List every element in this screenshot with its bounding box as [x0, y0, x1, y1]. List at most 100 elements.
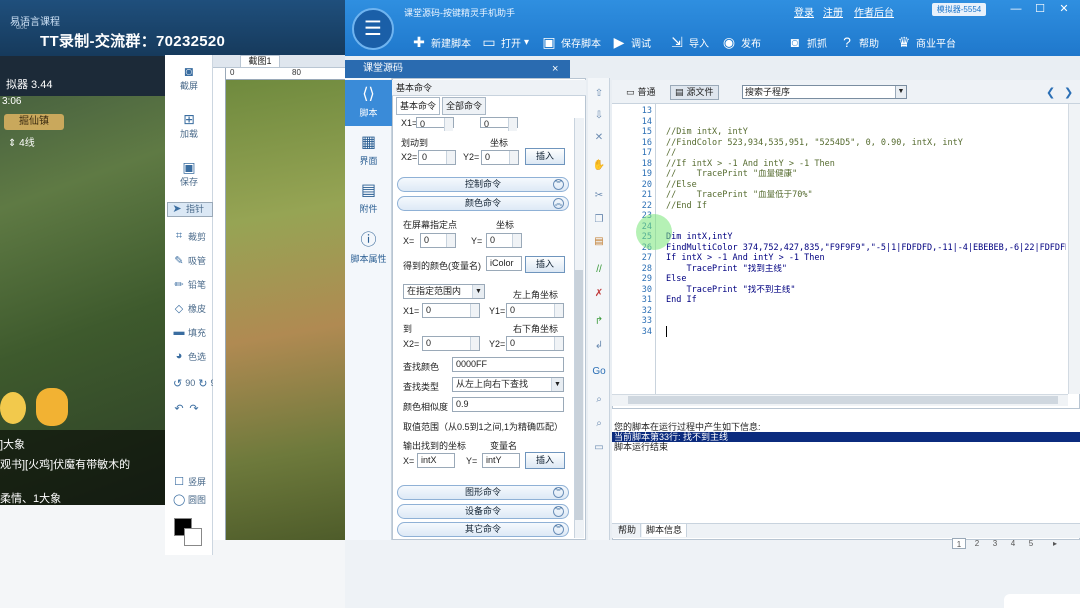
code-line[interactable]: FindMultiColor 374,752,427,835,"F9F9F9",…: [666, 243, 1066, 254]
business-platform-button[interactable]: ♛ 商业平台: [895, 32, 956, 52]
x1-top-field[interactable]: 0: [416, 117, 454, 131]
debug-button[interactable]: ▶ 调试: [610, 32, 651, 52]
find-color-field[interactable]: 0000FF: [452, 357, 564, 372]
point-x-field[interactable]: 0: [420, 233, 456, 248]
x2-field[interactable]: 0: [418, 150, 456, 165]
emulator-badge[interactable]: 模拟器-5554: [932, 3, 986, 16]
redo-icon[interactable]: ↷: [188, 402, 200, 415]
code-line[interactable]: Dim intX,intY: [666, 232, 733, 243]
minimize-button[interactable]: —: [1006, 2, 1026, 16]
section-device-commands[interactable]: 设备命令 ︾: [397, 504, 569, 519]
goto-icon[interactable]: Go: [591, 364, 607, 380]
tab-source-view[interactable]: ▤ 源文件: [670, 85, 719, 100]
microphone-icon[interactable]: [36, 388, 68, 426]
vertical-screen-toggle[interactable]: ☐ 竖屏: [167, 471, 213, 491]
insert-find-color-button[interactable]: 插入: [525, 452, 565, 469]
command-scroll-thumb[interactable]: [575, 270, 583, 520]
output-line-selected[interactable]: 当前脚本第33行: 找不到主线: [614, 432, 728, 442]
rotate-left-icon[interactable]: ↺: [173, 377, 182, 390]
background-color-swatch[interactable]: [184, 528, 202, 546]
code-line[interactable]: If intX > -1 And intY > -1 Then: [666, 253, 825, 264]
procedure-search-select[interactable]: 搜索子程序 ▼: [742, 85, 907, 99]
editor-horizontal-scroll-thumb[interactable]: [628, 396, 1058, 404]
new-script-button[interactable]: ✚ 新建脚本: [410, 32, 471, 52]
code-line[interactable]: //Dim intX, intY: [666, 127, 748, 138]
insert-swipe-button[interactable]: 插入: [525, 148, 565, 165]
copy-icon[interactable]: ❐: [591, 212, 607, 228]
output-y-var-field[interactable]: intY: [482, 453, 520, 468]
range-select[interactable]: 在指定范围内 ▼: [403, 284, 485, 299]
editor-vertical-scrollbar[interactable]: [1068, 104, 1080, 394]
x1-field[interactable]: 0: [422, 303, 480, 318]
code-line[interactable]: //Else: [666, 180, 697, 191]
y2b-field[interactable]: 0: [506, 336, 564, 351]
uncomment-icon[interactable]: ✗: [591, 286, 607, 302]
circle-image-toggle[interactable]: ◯ 圆图: [167, 489, 213, 509]
rotate-right-icon[interactable]: ↻: [198, 377, 207, 390]
section-color-commands[interactable]: 颜色命令 ︽: [397, 196, 569, 211]
open-button[interactable]: ▭ 打开 ▾: [480, 32, 529, 52]
code-line[interactable]: //End If: [666, 201, 707, 212]
cut-icon[interactable]: ✂: [591, 188, 607, 204]
section-graph-commands[interactable]: 图形命令 ︾: [397, 485, 569, 500]
paste-icon[interactable]: ▤: [591, 234, 607, 250]
y1-field[interactable]: 0: [506, 303, 564, 318]
code-line[interactable]: //: [666, 148, 676, 159]
code-line[interactable]: // TracePrint "血量健康": [666, 169, 797, 180]
comment-icon[interactable]: //: [591, 262, 607, 278]
load-image-button[interactable]: ⊞ 加载: [165, 111, 213, 140]
tool-eraser[interactable]: ◇ 橡皮: [167, 298, 213, 318]
output-x-var-field[interactable]: intX: [417, 453, 455, 468]
code-line[interactable]: TracePrint "找到主线": [666, 264, 787, 275]
arrow-down-icon[interactable]: ⇩: [591, 108, 607, 124]
section-other-commands[interactable]: 其它命令 ︾: [397, 522, 569, 537]
similarity-field[interactable]: 0.9: [452, 397, 564, 412]
tool-eyedropper[interactable]: ✎ 吸管: [167, 250, 213, 270]
tab-basic-commands[interactable]: 基本命令: [396, 97, 440, 115]
indent-icon[interactable]: ↱: [591, 314, 607, 330]
nav-script-properties[interactable]: ⓘ 脚本属性: [345, 230, 392, 270]
tab-script-info[interactable]: 脚本信息: [642, 524, 688, 537]
code-line[interactable]: //If intX > -1 And intY > -1 Then: [666, 159, 835, 170]
outdent-icon[interactable]: ↲: [591, 338, 607, 354]
y1-top-field[interactable]: 0: [480, 117, 518, 131]
x2b-field[interactable]: 0: [422, 336, 480, 351]
point-y-field[interactable]: 0: [486, 233, 522, 248]
section-control-commands[interactable]: 控制命令 ︾: [397, 177, 569, 192]
page-5[interactable]: 5: [1024, 538, 1038, 549]
replace-icon[interactable]: ⌕: [591, 416, 607, 432]
tab-normal-view[interactable]: ▭ 普通: [622, 85, 660, 100]
delete-icon[interactable]: ✕: [591, 130, 607, 146]
code-line[interactable]: End If: [666, 295, 697, 306]
page-2[interactable]: 2: [970, 538, 984, 549]
code-line[interactable]: Else: [666, 274, 686, 285]
code-line[interactable]: // TracePrint "血量低于70%": [666, 190, 813, 201]
page-4[interactable]: 4: [1006, 538, 1020, 549]
tool-color-select[interactable]: ◕ 色选: [167, 346, 213, 366]
code-line[interactable]: TracePrint "找不到主线": [666, 285, 795, 296]
undo-icon[interactable]: ↶: [173, 402, 185, 415]
find-type-select[interactable]: 从左上向右下查找 ▼: [452, 377, 564, 392]
import-button[interactable]: ⇲ 导入: [668, 32, 709, 52]
nav-script[interactable]: ⟨⟩ 脚本: [345, 80, 392, 126]
page-1[interactable]: 1: [952, 538, 966, 549]
nav-attachment[interactable]: ▤ 附件: [345, 180, 392, 220]
save-script-button[interactable]: ▣ 保存脚本: [540, 32, 601, 52]
grab-button[interactable]: ◙ 抓抓: [786, 32, 827, 52]
source-panel-close-icon[interactable]: ×: [552, 60, 566, 78]
tool-crop[interactable]: ⌗ 裁剪: [167, 226, 213, 246]
capture-screen-button[interactable]: ◙ 截屏: [165, 63, 213, 92]
previous-arrow-icon[interactable]: ❮: [1046, 86, 1055, 99]
tool-pencil[interactable]: ✏ 铅笔: [167, 274, 213, 294]
menu-logo-icon[interactable]: ☰: [352, 8, 394, 50]
y2-field[interactable]: 0: [481, 150, 519, 165]
captured-image[interactable]: [226, 80, 345, 540]
close-button[interactable]: ✕: [1054, 2, 1074, 16]
find-icon[interactable]: ⌕: [591, 392, 607, 408]
help-button[interactable]: ? 帮助: [838, 32, 879, 52]
window-icon[interactable]: ▭: [591, 440, 607, 456]
hand-icon[interactable]: ✋: [591, 158, 607, 174]
register-link[interactable]: 注册: [823, 4, 843, 19]
login-link[interactable]: 登录: [794, 4, 814, 19]
arrow-up-icon[interactable]: ⇧: [591, 86, 607, 102]
